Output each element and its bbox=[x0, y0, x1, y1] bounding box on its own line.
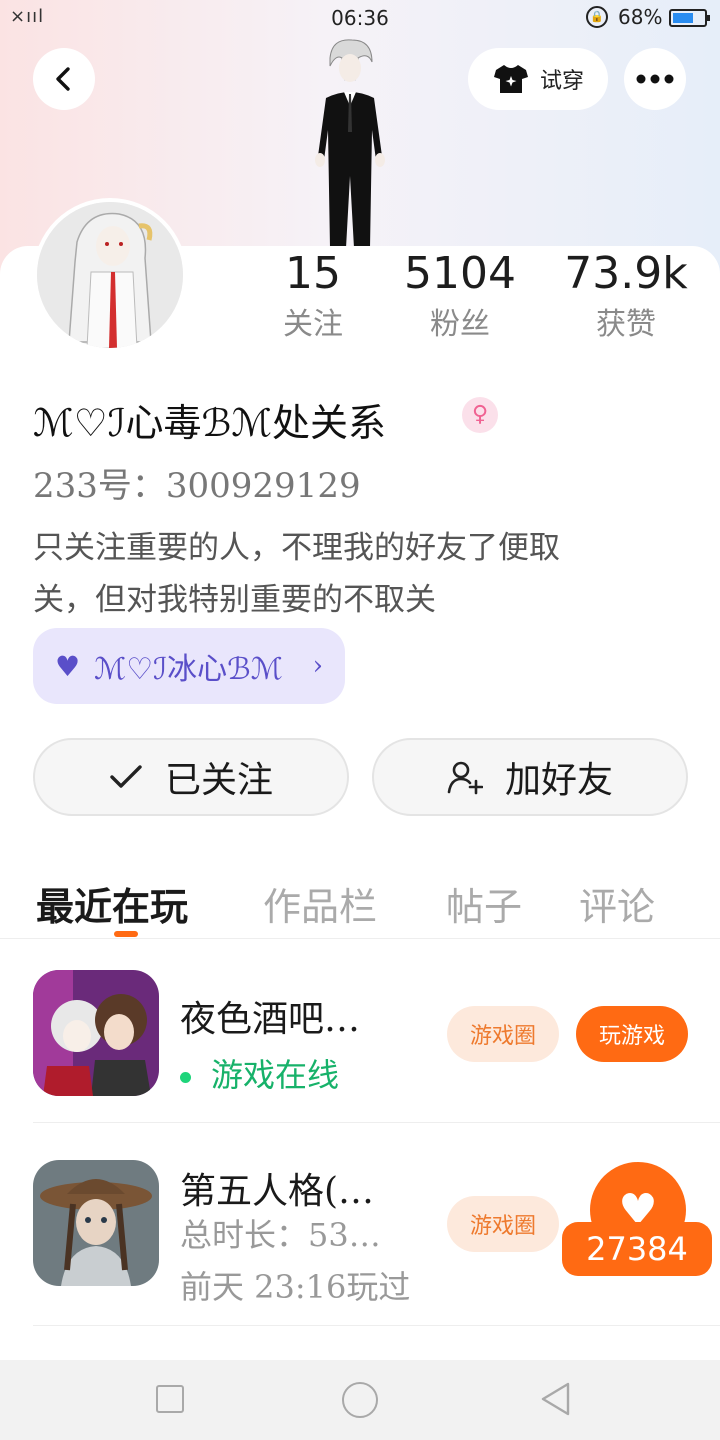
more-dots-icon bbox=[636, 74, 674, 84]
check-icon bbox=[110, 765, 142, 788]
tab-comments[interactable]: 评论 bbox=[579, 876, 655, 931]
clock: 06:36 bbox=[331, 6, 389, 30]
try-on-button[interactable]: 试穿 bbox=[468, 48, 608, 110]
game-title[interactable]: 第五人格(… bbox=[180, 1162, 374, 1214]
try-on-label: 试穿 bbox=[539, 69, 584, 94]
like-count: 27384 bbox=[562, 1222, 712, 1276]
add-friend-button[interactable]: 加好友 bbox=[372, 738, 688, 816]
stat-fans[interactable]: 5104 粉丝 bbox=[375, 248, 545, 343]
avatar[interactable] bbox=[33, 198, 187, 352]
back-nav-button[interactable] bbox=[538, 1381, 572, 1417]
game-title[interactable]: 夜色酒吧… bbox=[180, 990, 360, 1042]
status-bar: ×ııl 06:36 🔒 68% bbox=[0, 0, 720, 36]
battery-percent: 68% bbox=[618, 5, 663, 29]
bio: 只关注重要的人，不理我的好友了便取 关，但对我特别重要的不取关 bbox=[33, 522, 683, 626]
bio-line-2: 关，但对我特别重要的不取关 bbox=[33, 582, 436, 618]
stat-likes[interactable]: 73.9k 获赞 bbox=[541, 248, 711, 343]
female-icon: ♀ bbox=[462, 397, 498, 433]
more-button[interactable] bbox=[624, 48, 686, 110]
row-divider bbox=[33, 1325, 720, 1326]
following-label: 关注 bbox=[283, 307, 343, 342]
game-icon-identity-v[interactable] bbox=[33, 1160, 159, 1286]
chevron-left-icon bbox=[56, 67, 70, 91]
add-user-icon bbox=[447, 761, 483, 795]
following-count: 15 bbox=[285, 248, 341, 299]
game-icon-night-bar[interactable] bbox=[33, 970, 159, 1096]
rotation-lock-icon: 🔒 bbox=[586, 6, 608, 28]
tabs-divider bbox=[0, 938, 720, 939]
club-label: ℳ♡ℐ冰心ℬℳ bbox=[94, 652, 283, 687]
online-label: 游戏在线 bbox=[211, 1056, 340, 1094]
like-button[interactable]: ♥ 27384 bbox=[562, 1162, 712, 1278]
tab-recent[interactable]: 最近在玩 bbox=[36, 876, 188, 931]
home-button[interactable] bbox=[342, 1382, 378, 1418]
game-duration: 总时长：53… bbox=[180, 1216, 381, 1254]
club-badge[interactable]: ♥ ℳ♡ℐ冰心ℬℳ › bbox=[33, 628, 345, 704]
profile-name: ℳ♡ℐ心毒ℬℳ处关系 bbox=[33, 401, 387, 445]
likes-count: 73.9k bbox=[564, 248, 688, 299]
tab-posts[interactable]: 帖子 bbox=[446, 876, 522, 931]
likes-label: 获赞 bbox=[596, 307, 656, 342]
fans-count: 5104 bbox=[404, 248, 516, 299]
fans-label: 粉丝 bbox=[430, 307, 490, 342]
game-status: 游戏在线 bbox=[180, 1050, 339, 1096]
battery-icon bbox=[669, 9, 710, 27]
user-id: 233号：300929129 bbox=[33, 466, 361, 506]
bio-line-1: 只关注重要的人，不理我的好友了便取 bbox=[33, 530, 560, 566]
followed-button[interactable]: 已关注 bbox=[33, 738, 349, 816]
recent-apps-button[interactable] bbox=[156, 1385, 184, 1413]
back-button[interactable] bbox=[33, 48, 95, 110]
game-last-played: 前天 23:16玩过 bbox=[180, 1268, 411, 1306]
add-friend-label: 加好友 bbox=[504, 760, 613, 801]
followed-label: 已关注 bbox=[164, 760, 273, 801]
play-game-button[interactable]: 玩游戏 bbox=[576, 1006, 688, 1062]
row-divider bbox=[33, 1122, 720, 1123]
chevron-right-icon: › bbox=[312, 651, 323, 681]
avatar-image bbox=[37, 202, 183, 348]
shirt-sparkle-icon bbox=[493, 65, 528, 93]
tab-works[interactable]: 作品栏 bbox=[263, 876, 377, 931]
game-circle-button[interactable]: 游戏圈 bbox=[447, 1196, 559, 1252]
tab-indicator bbox=[114, 931, 138, 937]
avatar-character bbox=[315, 39, 385, 248]
game-circle-button[interactable]: 游戏圈 bbox=[447, 1006, 559, 1062]
heart-icon: ♥ bbox=[55, 649, 81, 683]
online-dot bbox=[180, 1072, 191, 1083]
stat-following[interactable]: 15 关注 bbox=[228, 248, 398, 343]
